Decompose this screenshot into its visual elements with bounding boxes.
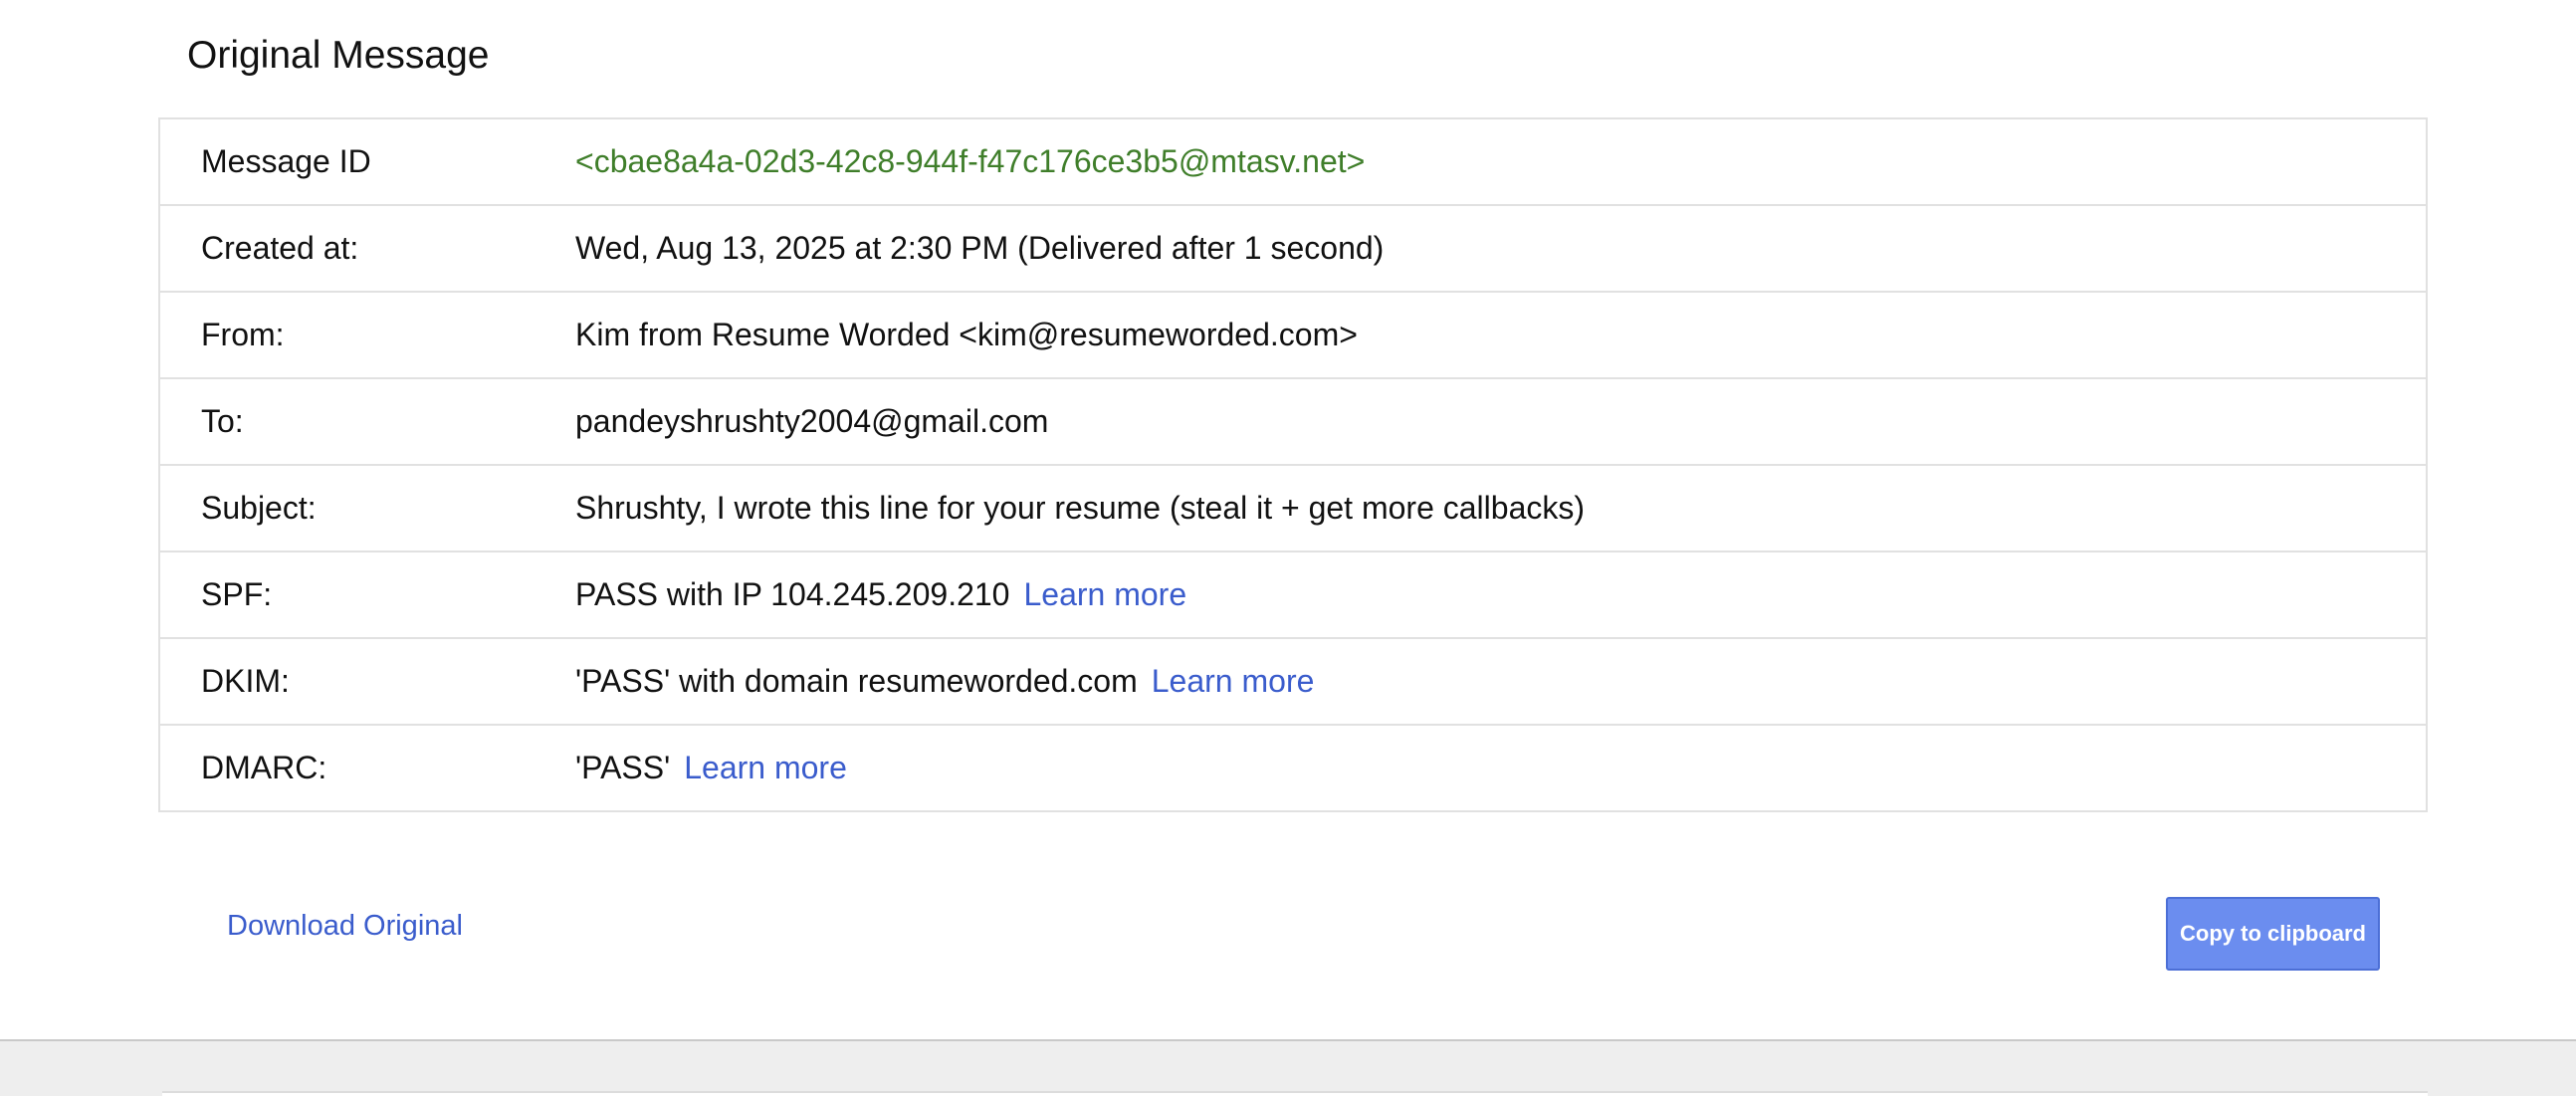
- dmarc-value: 'PASS': [575, 750, 671, 785]
- spf-learn-more-link[interactable]: Learn more: [1023, 576, 1186, 612]
- dkim-value: 'PASS' with domain resumeworded.com: [575, 663, 1138, 699]
- to-label: To:: [201, 403, 244, 439]
- dmarc-learn-more-link[interactable]: Learn more: [684, 750, 847, 785]
- message-id-value: <cbae8a4a-02d3-42c8-944f-f47c176ce3b5@mt…: [575, 143, 1366, 179]
- row-created-at: Created at: Wed, Aug 13, 2025 at 2:30 PM…: [160, 206, 2426, 293]
- download-original-link[interactable]: Download Original: [227, 910, 463, 943]
- from-label: From:: [201, 317, 285, 352]
- message-id-label: Message ID: [201, 143, 371, 179]
- created-at-label: Created at:: [201, 230, 359, 266]
- dkim-value-cell: 'PASS' with domain resumeworded.com Learn…: [575, 663, 1314, 700]
- message-details-table: Message ID <cbae8a4a-02d3-42c8-944f-f47c…: [158, 117, 2428, 812]
- footer-band: [0, 1039, 2576, 1100]
- row-to: To: pandeyshrushty2004@gmail.com: [160, 379, 2426, 466]
- dkim-learn-more-link[interactable]: Learn more: [1152, 663, 1315, 699]
- dmarc-label: DMARC:: [201, 750, 327, 785]
- spf-value-cell: PASS with IP 104.245.209.210 Learn more: [575, 576, 1186, 613]
- to-value: pandeyshrushty2004@gmail.com: [575, 403, 1049, 439]
- row-dkim: DKIM: 'PASS' with domain resumeworded.co…: [160, 639, 2426, 726]
- spf-value: PASS with IP 104.245.209.210: [575, 576, 1010, 612]
- from-value: Kim from Resume Worded <kim@resumeworded…: [575, 317, 1358, 352]
- row-from: From: Kim from Resume Worded <kim@resume…: [160, 293, 2426, 379]
- row-spf: SPF: PASS with IP 104.245.209.210 Learn m…: [160, 552, 2426, 639]
- copy-to-clipboard-button[interactable]: Copy to clipboard: [2166, 897, 2380, 971]
- row-subject: Subject: Shrushty, I wrote this line for…: [160, 466, 2426, 552]
- spf-label: SPF:: [201, 576, 273, 612]
- row-message-id: Message ID <cbae8a4a-02d3-42c8-944f-f47c…: [160, 119, 2426, 206]
- dmarc-value-cell: 'PASS' Learn more: [575, 750, 847, 786]
- row-dmarc: DMARC: 'PASS' Learn more: [160, 726, 2426, 810]
- subject-value: Shrushty, I wrote this line for your res…: [575, 490, 1586, 526]
- page-title: Original Message: [187, 34, 490, 77]
- created-at-value: Wed, Aug 13, 2025 at 2:30 PM (Delivered …: [575, 230, 1385, 266]
- dkim-label: DKIM:: [201, 663, 290, 699]
- subject-label: Subject:: [201, 490, 317, 526]
